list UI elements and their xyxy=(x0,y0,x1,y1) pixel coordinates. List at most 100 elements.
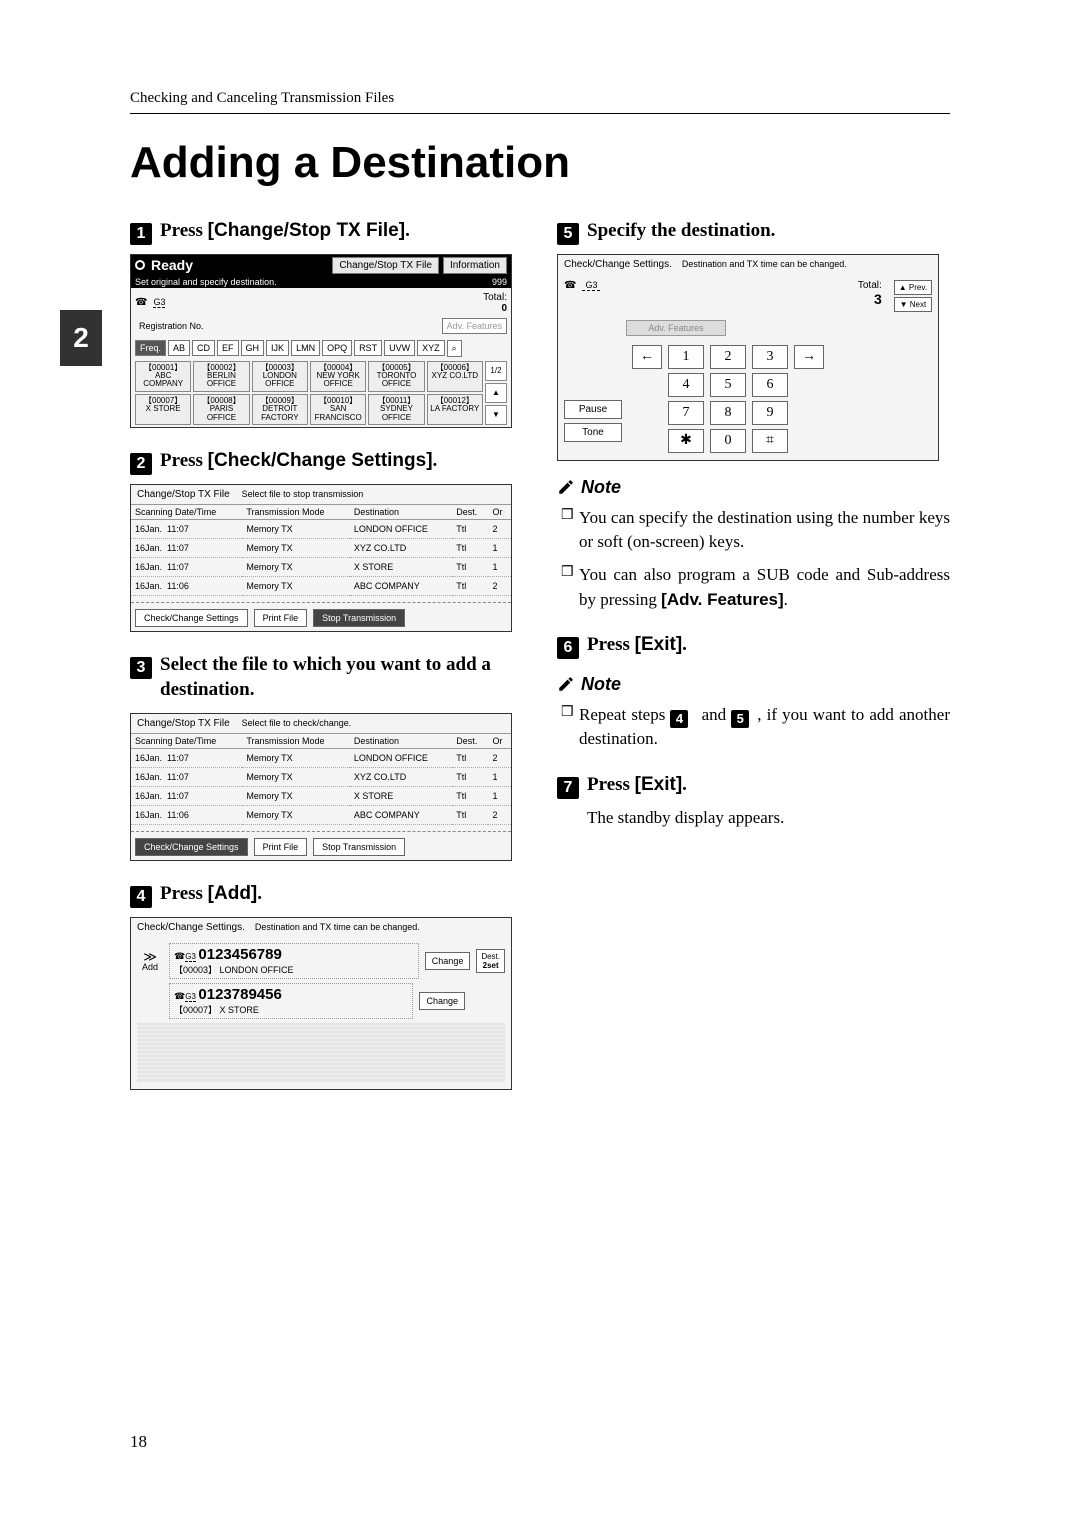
note-1: You can specify the destination using th… xyxy=(579,506,950,555)
dest-cell[interactable]: 【00006】XYZ CO.LTD xyxy=(427,361,483,392)
prev-button[interactable]: ▲ Prev. xyxy=(894,280,932,295)
tab-rst[interactable]: RST xyxy=(354,340,382,356)
col-mode: Transmission Mode xyxy=(242,733,350,748)
tab-freq[interactable]: Freq. xyxy=(135,340,166,356)
total-label: Total: xyxy=(858,280,882,291)
tab-cd[interactable]: CD xyxy=(192,340,215,356)
step-1-bold: [Change/Stop TX File] xyxy=(208,220,405,241)
dest-name: X STORE xyxy=(220,1005,259,1015)
pencil-icon xyxy=(557,675,575,693)
information-button[interactable]: Information xyxy=(443,257,507,274)
right-arrow-button[interactable]: → xyxy=(794,345,824,369)
tab-ijk[interactable]: IJK xyxy=(266,340,289,356)
file-list-stop-panel: Change/Stop TX FileSelect file to stop t… xyxy=(130,484,512,632)
stop-transmission-button[interactable]: Stop Transmission xyxy=(313,609,405,627)
dest-cell[interactable]: 【00011】SYDNEY OFFICE xyxy=(368,394,424,425)
key-star[interactable]: ✱ xyxy=(668,429,704,453)
tab-uvw[interactable]: UVW xyxy=(384,340,415,356)
step-2-badge: 2 xyxy=(130,453,152,475)
tone-button[interactable]: Tone xyxy=(564,423,622,442)
step-5-text: Specify the destination. xyxy=(587,218,775,244)
g3-label: G3 xyxy=(185,952,196,962)
reg-no-button[interactable]: Registration No. xyxy=(135,319,208,333)
check-change-panel: Check/Change Settings.Destination and TX… xyxy=(130,917,512,1090)
file-row[interactable]: 16Jan. 11:07Memory TXLONDON OFFICETtl2 xyxy=(131,519,511,538)
check-change-settings-button[interactable]: Check/Change Settings xyxy=(135,838,248,856)
empty-area xyxy=(137,1023,505,1083)
dest-cell[interactable]: 【00012】LA FACTORY xyxy=(427,394,483,425)
file-row[interactable]: 16Jan. 11:06Memory TXABC COMPANYTtl2 xyxy=(131,805,511,824)
file-row[interactable]: 16Jan. 11:07Memory TXXYZ CO.LTDTtl1 xyxy=(131,767,511,786)
step-1-pre: Press xyxy=(160,220,208,241)
left-arrow-button[interactable]: ← xyxy=(632,345,662,369)
file-row[interactable]: 16Jan. 11:07Memory TXXYZ CO.LTDTtl1 xyxy=(131,538,511,557)
tab-lmn[interactable]: LMN xyxy=(291,340,320,356)
pencil-icon xyxy=(557,478,575,496)
file-row[interactable]: 16Jan. 11:07Memory TXX STORETtl1 xyxy=(131,786,511,805)
search-icon[interactable]: ⌕ xyxy=(447,340,462,357)
dest-cell[interactable]: 【00005】TORONTO OFFICE xyxy=(368,361,424,392)
step-2-pre: Press xyxy=(160,450,208,471)
tab-ab[interactable]: AB xyxy=(168,340,190,356)
adv-features-button[interactable]: Adv. Features xyxy=(626,320,726,336)
dest-cell[interactable]: 【00007】X STORE xyxy=(135,394,191,425)
pause-button[interactable]: Pause xyxy=(564,400,622,419)
ready-label: Ready xyxy=(151,257,193,273)
file-row[interactable]: 16Jan. 11:07Memory TXX STORETtl1 xyxy=(131,557,511,576)
page-down-button[interactable]: ▼ xyxy=(485,405,507,425)
key-hash[interactable]: ⌗ xyxy=(752,429,788,453)
dest-cell[interactable]: 【00001】ABC COMPANY xyxy=(135,361,191,392)
key-5[interactable]: 5 xyxy=(710,373,746,397)
tab-xyz[interactable]: XYZ xyxy=(417,340,445,356)
step-5-badge: 5 xyxy=(557,223,579,245)
change-button[interactable]: Change xyxy=(419,992,465,1010)
note-heading: Note xyxy=(557,674,950,695)
step-5: 5 Specify the destination. xyxy=(557,218,950,244)
file-sub: Select file to check/change. xyxy=(242,718,352,728)
dest-cell[interactable]: 【00002】BERLIN OFFICE xyxy=(193,361,249,392)
tab-ef[interactable]: EF xyxy=(217,340,239,356)
step-1-badge: 1 xyxy=(130,223,152,245)
key-4[interactable]: 4 xyxy=(668,373,704,397)
stop-transmission-button[interactable]: Stop Transmission xyxy=(313,838,405,856)
dest-name: LONDON OFFICE xyxy=(220,965,294,975)
dest-count: Dest.2set xyxy=(476,949,505,973)
file-row[interactable]: 16Jan. 11:07Memory TXLONDON OFFICETtl2 xyxy=(131,748,511,767)
tab-opq[interactable]: OPQ xyxy=(322,340,352,356)
tab-gh[interactable]: GH xyxy=(241,340,265,356)
add-icon[interactable]: ≫ xyxy=(137,950,163,963)
dest-cell[interactable]: 【00003】LONDON OFFICE xyxy=(252,361,308,392)
key-1[interactable]: 1 xyxy=(668,345,704,369)
dest-cell[interactable]: 【00008】PARIS OFFICE xyxy=(193,394,249,425)
step-7: 7 Press [Exit]. xyxy=(557,772,950,798)
key-3[interactable]: 3 xyxy=(752,345,788,369)
print-file-button[interactable]: Print File xyxy=(254,838,308,856)
standby-text: The standby display appears. xyxy=(587,808,950,828)
kp-sub: Destination and TX time can be changed. xyxy=(682,259,847,269)
page-up-button[interactable]: ▲ xyxy=(485,383,507,403)
change-button[interactable]: Change xyxy=(425,952,471,970)
total-value: 3 xyxy=(874,291,882,307)
key-6[interactable]: 6 xyxy=(752,373,788,397)
ready-count: 999 xyxy=(492,277,507,287)
change-stop-tx-button[interactable]: Change/Stop TX File xyxy=(332,257,439,274)
dest-cell[interactable]: 【00004】NEW YORK OFFICE xyxy=(310,361,366,392)
total-value: 0 xyxy=(501,303,507,314)
adv-features-button[interactable]: Adv. Features xyxy=(442,318,507,334)
check-change-settings-button[interactable]: Check/Change Settings xyxy=(135,609,248,627)
chk-title: Check/Change Settings. xyxy=(137,922,245,933)
step-6-pre: Press xyxy=(587,634,635,655)
dest-cell[interactable]: 【00010】SAN FRANCISCO xyxy=(310,394,366,425)
print-file-button[interactable]: Print File xyxy=(254,609,308,627)
step-3-badge: 3 xyxy=(130,657,152,679)
key-7[interactable]: 7 xyxy=(668,401,704,425)
step-6-bold: [Exit] xyxy=(635,634,683,655)
g3-label: G3 xyxy=(153,297,165,308)
next-button[interactable]: ▼ Next xyxy=(894,297,932,312)
dest-cell[interactable]: 【00009】DETROIT FACTORY xyxy=(252,394,308,425)
key-9[interactable]: 9 xyxy=(752,401,788,425)
key-0[interactable]: 0 xyxy=(710,429,746,453)
key-8[interactable]: 8 xyxy=(710,401,746,425)
file-row[interactable]: 16Jan. 11:06Memory TXABC COMPANYTtl2 xyxy=(131,576,511,595)
key-2[interactable]: 2 xyxy=(710,345,746,369)
